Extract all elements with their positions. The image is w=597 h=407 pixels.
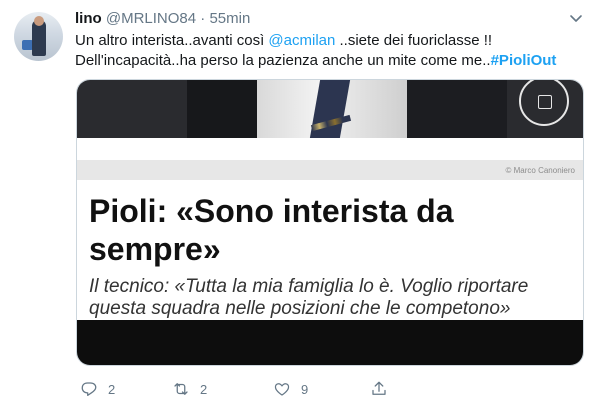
camera-icon [519, 80, 569, 126]
tweet-time[interactable]: 55min [209, 10, 250, 27]
retweet-icon [174, 383, 188, 395]
tweet-text-part: ..siete dei fuoriclasse !! [335, 32, 493, 49]
chevron-down-icon[interactable] [566, 8, 586, 28]
author-handle[interactable]: @MRLINO84 [106, 10, 196, 27]
author-name[interactable]: lino [75, 10, 102, 27]
heart-icon [274, 383, 290, 396]
tweet-text: Un altro interista..avanti così @acmilan… [75, 31, 556, 71]
black-bar [77, 320, 583, 365]
jacket-right [397, 80, 507, 138]
mention-link[interactable]: @acmilan [268, 32, 335, 49]
white-strip [77, 138, 583, 160]
media-card[interactable]: © Marco Canoniero Pioli: «Sono interista… [76, 79, 584, 366]
separator-dot: · [200, 10, 206, 27]
tweet-text-line-2: Dell'incapacità..ha perso la pazienza an… [75, 51, 556, 71]
photo-crop [77, 80, 583, 138]
tweet-text-line-1: Un altro interista..avanti così @acmilan… [75, 31, 556, 51]
photo-credit: © Marco Canoniero [505, 166, 575, 175]
avatar[interactable] [14, 12, 63, 61]
retweet-button[interactable]: 2 [172, 378, 207, 400]
tweet-text-part: Un altro interista..avanti così [75, 32, 269, 49]
share-button[interactable] [370, 378, 388, 400]
like-button[interactable]: 9 [273, 378, 308, 400]
camera-icon-square [538, 95, 552, 109]
share-icon [372, 381, 386, 395]
tweet-text-part: Dell'incapacità..ha perso la pazienza an… [75, 52, 491, 69]
reply-count: 2 [108, 381, 116, 397]
article-headline: Pioli: «Sono interista da sempre» [89, 193, 454, 267]
reply-icon [81, 382, 97, 397]
retweet-count: 2 [200, 381, 208, 397]
like-count: 9 [301, 381, 309, 397]
tweet-header: lino @MRLINO84 · 55min [75, 9, 250, 29]
hashtag-link[interactable]: #PioliOut [491, 52, 557, 69]
article-subheadline: Il tecnico: «Tutta la mia famiglia lo è.… [89, 276, 529, 319]
tweet-actions: 2 2 9 [80, 378, 400, 400]
avatar-head [34, 16, 44, 26]
reply-button[interactable]: 2 [80, 378, 115, 400]
